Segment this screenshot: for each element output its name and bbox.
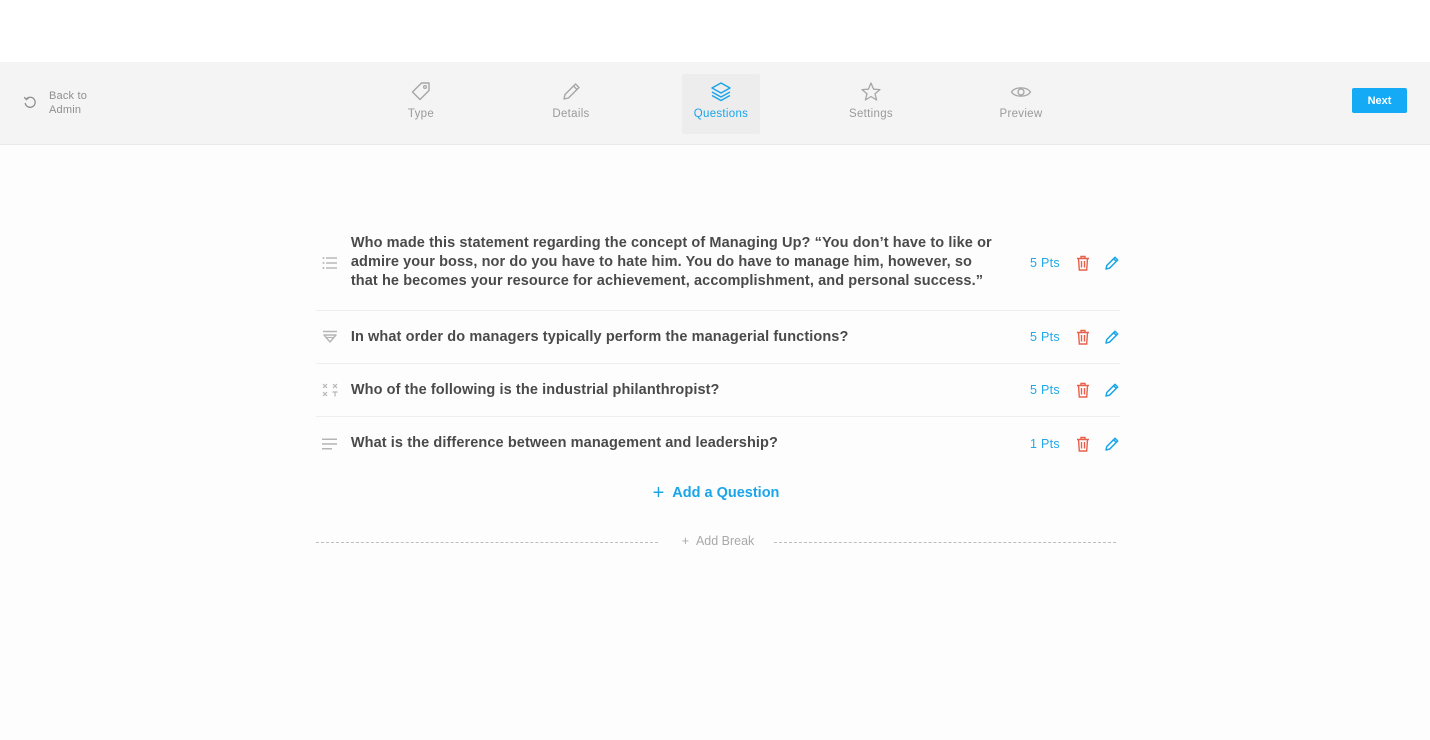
question-points: 5 Pts [1030, 255, 1060, 270]
step-type[interactable]: Type [382, 74, 460, 134]
question-text: In what order do managers typically perf… [350, 328, 849, 345]
edit-icon[interactable] [1104, 329, 1120, 345]
edit-icon[interactable] [1104, 255, 1120, 271]
tag-icon [411, 82, 430, 101]
edit-icon[interactable] [1104, 382, 1120, 398]
question-text: What is the difference between managemen… [350, 435, 778, 451]
delete-icon[interactable] [1076, 382, 1090, 398]
question-list: Who made this statement regarding the co… [316, 215, 1120, 470]
wizard-navbar: Back to Admin Type Details Questions Set… [0, 62, 1430, 145]
divider-line [316, 542, 658, 543]
step-details-label: Details [552, 108, 590, 120]
question-row[interactable]: What is the difference between managemen… [316, 417, 1120, 470]
next-button[interactable]: Next [1352, 88, 1407, 113]
ordering-icon [323, 330, 337, 343]
delete-icon[interactable] [1076, 329, 1090, 345]
delete-icon[interactable] [1076, 255, 1090, 271]
question-text: Who made this statement regarding the co… [350, 235, 992, 289]
question-points: 1 Pts [1030, 436, 1060, 451]
add-question-label: Add a Question [672, 485, 780, 501]
plus-icon: + [681, 534, 696, 548]
step-details[interactable]: Details [532, 74, 610, 134]
question-points: 5 Pts [1030, 330, 1060, 344]
top-blank-area [0, 0, 1430, 62]
step-preview-label: Preview [999, 108, 1043, 120]
matching-icon [322, 383, 338, 397]
pencil-icon [563, 83, 580, 100]
question-row[interactable]: Who made this statement regarding the co… [316, 215, 1120, 311]
step-preview[interactable]: Preview [982, 74, 1060, 134]
step-settings[interactable]: Settings [832, 74, 910, 134]
question-text: Who of the following is the industrial p… [350, 381, 720, 398]
eye-icon [1010, 87, 1032, 97]
step-questions-label: Questions [693, 108, 749, 120]
divider-line [774, 542, 1116, 543]
add-question-button[interactable]: + Add a Question [316, 482, 1116, 505]
star-icon [861, 82, 881, 101]
edit-icon[interactable] [1104, 436, 1120, 452]
question-row[interactable]: Who of the following is the industrial p… [316, 364, 1120, 417]
question-points: 5 Pts [1030, 383, 1060, 397]
step-questions[interactable]: Questions [682, 74, 760, 134]
add-break-divider: + Add Break [316, 534, 1116, 549]
question-row[interactable]: In what order do managers typically perf… [316, 311, 1120, 364]
layers-icon [711, 82, 731, 102]
add-break-button[interactable]: + Add Break [668, 534, 768, 548]
step-type-label: Type [407, 108, 435, 120]
wizard-steps: Type Details Questions Settings Preview [0, 62, 1430, 144]
add-break-label: Add Break [695, 534, 755, 548]
step-settings-label: Settings [849, 108, 893, 120]
delete-icon[interactable] [1076, 436, 1090, 452]
plus-icon: + [652, 482, 665, 504]
list-icon [322, 256, 337, 269]
text-lines-icon [322, 438, 337, 449]
